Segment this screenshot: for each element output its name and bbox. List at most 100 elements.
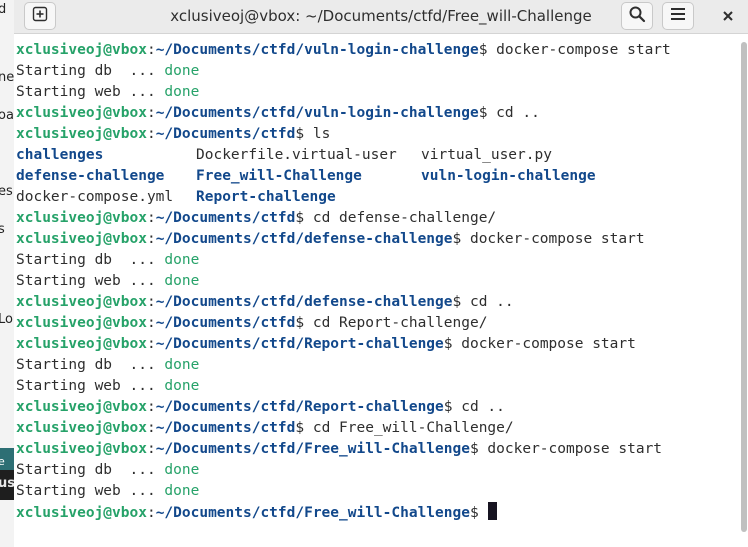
status-label: Starting db ... <box>16 63 165 79</box>
prompt-separator: : <box>146 126 156 142</box>
command-text: cd .. <box>461 294 514 310</box>
terminal-output[interactable]: xclusiveoj@vbox:~/Documents/ctfd/vuln-lo… <box>16 40 740 540</box>
status-label: Starting db ... <box>16 357 165 373</box>
prompt-dollar: $ <box>469 505 479 521</box>
status-done: done <box>164 462 200 478</box>
directory-entry: Free_will-Challenge <box>196 168 362 184</box>
terminal-window: xclusiveoj@vbox: ~/Documents/ctfd/Free_w… <box>14 0 748 547</box>
terminal-line: xclusiveoj@vbox:~/Documents/ctfd$ cd Fre… <box>16 418 740 439</box>
terminal-line: xclusiveoj@vbox:~/Documents/ctfd/Report-… <box>16 334 740 355</box>
command-text <box>479 505 488 521</box>
prompt-path: ~/Documents/ctfd <box>155 210 296 226</box>
terminal-line: Starting web ... done <box>16 481 740 502</box>
directory-entry: challenges <box>16 147 104 163</box>
close-icon <box>722 7 734 26</box>
terminal-line: Starting web ... done <box>16 271 740 292</box>
command-text: cd Report-challenge/ <box>304 315 488 331</box>
command-text: cd Free_will-Challenge/ <box>304 420 514 436</box>
terminal-line: xclusiveoj@vbox:~/Documents/ctfd$ cd def… <box>16 208 740 229</box>
terminal-line: defense-challenge Free_will-Challenge vuln… <box>16 166 740 187</box>
command-text: cd .. <box>487 105 540 121</box>
close-button[interactable] <box>712 2 744 30</box>
prompt-path: ~/Documents/ctfd/vuln-login-challenge <box>155 105 479 121</box>
prompt-separator: : <box>146 505 156 521</box>
background-text-fragment: s <box>0 222 5 237</box>
prompt-path: ~/Documents/ctfd <box>155 420 296 436</box>
command-text: docker-compose start <box>478 441 663 457</box>
prompt-dollar: $ <box>443 399 453 415</box>
status-done: done <box>164 357 200 373</box>
terminal-line: xclusiveoj@vbox:~/Documents/ctfd/vuln-lo… <box>16 40 740 61</box>
scrollbar[interactable] <box>740 40 748 540</box>
prompt-path: ~/Documents/ctfd <box>155 315 296 331</box>
terminal-line: docker-compose.yml Report-challenge <box>16 187 740 208</box>
directory-entry: defense-challenge <box>16 168 165 184</box>
terminal-line: Starting db ... done <box>16 460 740 481</box>
prompt-separator: : <box>146 231 156 247</box>
status-label: Starting web ... <box>16 273 165 289</box>
prompt-dollar: $ <box>452 231 462 247</box>
search-button[interactable] <box>621 2 653 30</box>
terminal-line: Starting db ... done <box>16 61 740 82</box>
terminal-line: xclusiveoj@vbox:~/Documents/ctfd$ ls <box>16 124 740 145</box>
terminal-line: xclusiveoj@vbox:~/Documents/ctfd/Report-… <box>16 397 740 418</box>
prompt-user: xclusiveoj@vbox <box>16 126 147 142</box>
command-text: docker-compose start <box>452 336 636 352</box>
background-text-fragment: us <box>0 476 15 491</box>
terminal-line: xclusiveoj@vbox:~/Documents/ctfd/defense… <box>16 229 740 250</box>
prompt-separator: : <box>146 315 156 331</box>
terminal-line: xclusiveoj@vbox:~/Documents/ctfd/Free_wi… <box>16 502 740 523</box>
prompt-user: xclusiveoj@vbox <box>16 105 147 121</box>
status-done: done <box>164 378 200 394</box>
prompt-user: xclusiveoj@vbox <box>16 231 147 247</box>
terminal-line: Starting db ... done <box>16 250 740 271</box>
prompt-separator: : <box>146 441 156 457</box>
command-text: docker-compose start <box>487 42 671 58</box>
prompt-user: xclusiveoj@vbox <box>16 420 147 436</box>
prompt-path: ~/Documents/ctfd/defense-challenge <box>155 231 453 247</box>
file-entry: virtual_user.py <box>421 147 552 163</box>
terminal-line: Starting web ... done <box>16 82 740 103</box>
prompt-user: xclusiveoj@vbox <box>16 505 147 521</box>
prompt-path: ~/Documents/ctfd/Report-challenge <box>155 399 444 415</box>
prompt-dollar: $ <box>295 126 305 142</box>
prompt-path: ~/Documents/ctfd/Free_will-Challenge <box>155 441 470 457</box>
hamburger-menu-icon <box>669 6 687 26</box>
terminal-line: challenges Dockerfile.virtual-user virtual… <box>16 145 740 166</box>
search-icon <box>628 5 646 27</box>
command-text: ls <box>304 126 331 142</box>
status-done: done <box>164 63 200 79</box>
prompt-separator: : <box>146 336 156 352</box>
prompt-dollar: $ <box>452 294 462 310</box>
prompt-path: ~/Documents/ctfd/Free_will-Challenge <box>155 505 470 521</box>
prompt-user: xclusiveoj@vbox <box>16 210 147 226</box>
background-text-fragment: es <box>0 184 13 199</box>
background-text-fragment: d <box>0 2 7 17</box>
file-entry: Dockerfile.virtual-user <box>196 147 397 163</box>
status-label: Starting web ... <box>16 378 165 394</box>
prompt-separator: : <box>146 105 156 121</box>
menu-button[interactable] <box>662 2 694 30</box>
background-text-fragment: e <box>0 455 5 468</box>
prompt-user: xclusiveoj@vbox <box>16 399 147 415</box>
terminal-line: Starting web ... done <box>16 376 740 397</box>
terminal-line: xclusiveoj@vbox:~/Documents/ctfd/vuln-lo… <box>16 103 740 124</box>
scrollbar-thumb[interactable] <box>741 42 747 532</box>
file-entry: docker-compose.yml <box>16 189 174 205</box>
background-text-fragment: oa <box>0 108 14 123</box>
prompt-path: ~/Documents/ctfd <box>155 126 296 142</box>
prompt-dollar: $ <box>295 210 305 226</box>
prompt-dollar: $ <box>295 420 305 436</box>
prompt-user: xclusiveoj@vbox <box>16 42 147 58</box>
prompt-separator: : <box>146 42 156 58</box>
directory-entry: vuln-login-challenge <box>421 168 596 184</box>
status-label: Starting web ... <box>16 483 165 499</box>
command-text: cd defense-challenge/ <box>304 210 497 226</box>
status-done: done <box>164 483 200 499</box>
prompt-path: ~/Documents/ctfd/vuln-login-challenge <box>155 42 479 58</box>
command-text: cd .. <box>452 399 505 415</box>
command-text: docker-compose start <box>461 231 645 247</box>
status-label: Starting web ... <box>16 84 165 100</box>
prompt-separator: : <box>146 420 156 436</box>
title-bar: xclusiveoj@vbox: ~/Documents/ctfd/Free_w… <box>14 0 748 34</box>
